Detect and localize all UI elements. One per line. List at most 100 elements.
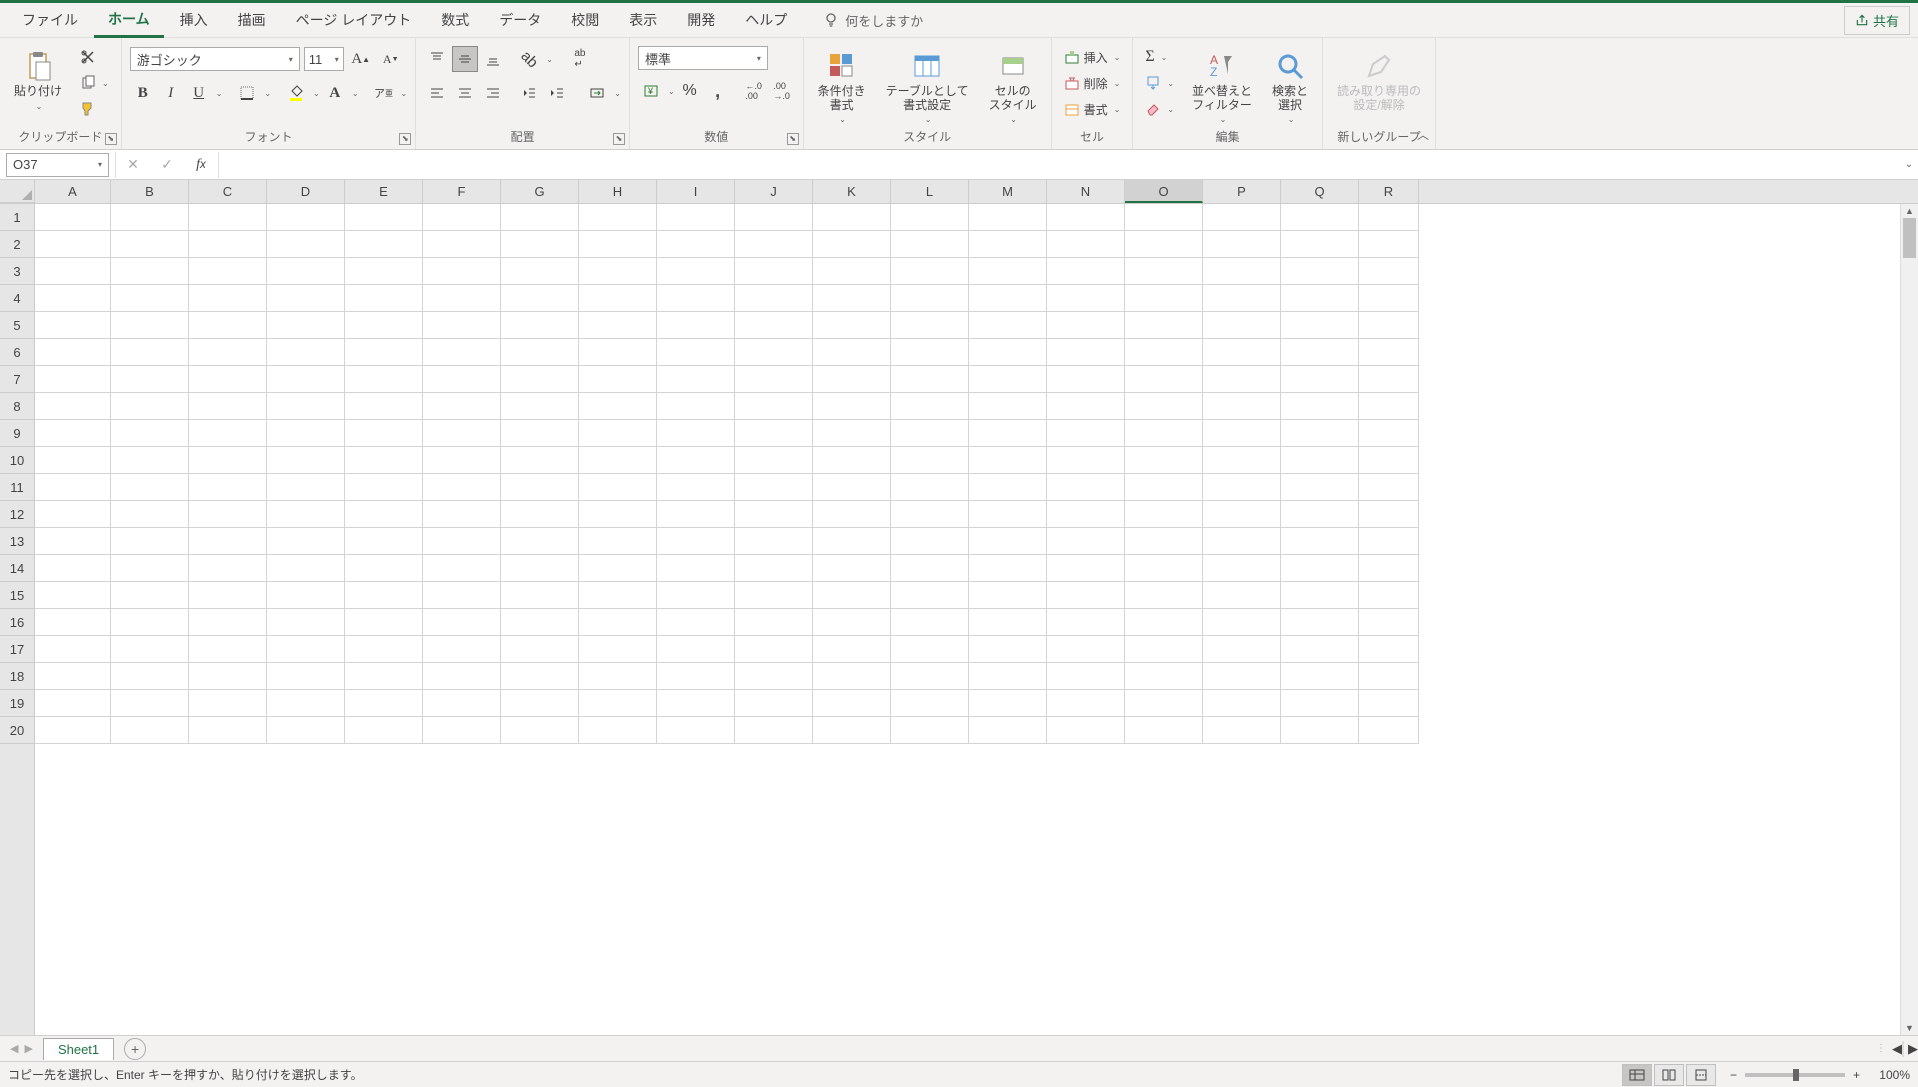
cell-E13[interactable] — [345, 528, 423, 555]
cell-E8[interactable] — [345, 393, 423, 420]
cell-I10[interactable] — [657, 447, 735, 474]
paste-button[interactable]: 貼り付け⌄ — [8, 46, 68, 117]
cell-J20[interactable] — [735, 717, 813, 744]
cell-F1[interactable] — [423, 204, 501, 231]
cell-L10[interactable] — [891, 447, 969, 474]
cell-A18[interactable] — [35, 663, 111, 690]
cell-F5[interactable] — [423, 312, 501, 339]
cell-P16[interactable] — [1203, 609, 1281, 636]
cell-M2[interactable] — [969, 231, 1047, 258]
cell-I1[interactable] — [657, 204, 735, 231]
align-left-button[interactable] — [424, 80, 450, 106]
row-header-10[interactable]: 10 — [0, 447, 34, 474]
cell-Q11[interactable] — [1281, 474, 1359, 501]
cell-K16[interactable] — [813, 609, 891, 636]
cell-R19[interactable] — [1359, 690, 1419, 717]
cell-D18[interactable] — [267, 663, 345, 690]
cell-H2[interactable] — [579, 231, 657, 258]
cell-K6[interactable] — [813, 339, 891, 366]
cell-O2[interactable] — [1125, 231, 1203, 258]
row-header-6[interactable]: 6 — [0, 339, 34, 366]
cell-G5[interactable] — [501, 312, 579, 339]
tab-draw[interactable]: 描画 — [224, 4, 280, 36]
cell-E17[interactable] — [345, 636, 423, 663]
cell-M4[interactable] — [969, 285, 1047, 312]
cell-Q4[interactable] — [1281, 285, 1359, 312]
merge-button[interactable] — [584, 80, 610, 106]
cell-H19[interactable] — [579, 690, 657, 717]
cell-C10[interactable] — [189, 447, 267, 474]
cell-P3[interactable] — [1203, 258, 1281, 285]
cell-B8[interactable] — [111, 393, 189, 420]
row-header-4[interactable]: 4 — [0, 285, 34, 312]
cell-I3[interactable] — [657, 258, 735, 285]
cell-P13[interactable] — [1203, 528, 1281, 555]
cell-Q7[interactable] — [1281, 366, 1359, 393]
cell-F2[interactable] — [423, 231, 501, 258]
sheet-nav-prev[interactable]: ◀ — [10, 1042, 18, 1055]
cell-B10[interactable] — [111, 447, 189, 474]
cell-O10[interactable] — [1125, 447, 1203, 474]
decrease-font-button[interactable]: A▼ — [378, 46, 404, 72]
cell-F19[interactable] — [423, 690, 501, 717]
cell-E11[interactable] — [345, 474, 423, 501]
cell-B17[interactable] — [111, 636, 189, 663]
cell-H18[interactable] — [579, 663, 657, 690]
cell-H4[interactable] — [579, 285, 657, 312]
cell-K3[interactable] — [813, 258, 891, 285]
cell-L3[interactable] — [891, 258, 969, 285]
cell-J3[interactable] — [735, 258, 813, 285]
cell-A2[interactable] — [35, 231, 111, 258]
cell-R4[interactable] — [1359, 285, 1419, 312]
cell-A12[interactable] — [35, 501, 111, 528]
cell-G8[interactable] — [501, 393, 579, 420]
cell-K1[interactable] — [813, 204, 891, 231]
cell-M12[interactable] — [969, 501, 1047, 528]
cell-D12[interactable] — [267, 501, 345, 528]
cell-L1[interactable] — [891, 204, 969, 231]
cell-Q3[interactable] — [1281, 258, 1359, 285]
cell-L16[interactable] — [891, 609, 969, 636]
cell-B9[interactable] — [111, 420, 189, 447]
page-break-view-button[interactable] — [1686, 1064, 1716, 1086]
cell-P11[interactable] — [1203, 474, 1281, 501]
cell-A3[interactable] — [35, 258, 111, 285]
cell-L12[interactable] — [891, 501, 969, 528]
cell-K5[interactable] — [813, 312, 891, 339]
cell-F20[interactable] — [423, 717, 501, 744]
cell-Q16[interactable] — [1281, 609, 1359, 636]
cell-D4[interactable] — [267, 285, 345, 312]
bold-button[interactable]: B — [130, 80, 156, 106]
vertical-scroll-thumb[interactable] — [1903, 218, 1916, 258]
cell-H20[interactable] — [579, 717, 657, 744]
cell-F12[interactable] — [423, 501, 501, 528]
cell-O9[interactable] — [1125, 420, 1203, 447]
cell-J5[interactable] — [735, 312, 813, 339]
font-size-select[interactable]: 11▾ — [304, 47, 344, 71]
cell-O4[interactable] — [1125, 285, 1203, 312]
row-header-19[interactable]: 19 — [0, 690, 34, 717]
tab-page-layout[interactable]: ページ レイアウト — [282, 4, 426, 36]
cell-A6[interactable] — [35, 339, 111, 366]
cell-A14[interactable] — [35, 555, 111, 582]
cell-A4[interactable] — [35, 285, 111, 312]
scroll-left-arrow[interactable]: ◀ — [1892, 1041, 1902, 1057]
cell-M10[interactable] — [969, 447, 1047, 474]
cell-O7[interactable] — [1125, 366, 1203, 393]
wrap-text-button[interactable]: ab↵ — [567, 46, 593, 72]
cell-O1[interactable] — [1125, 204, 1203, 231]
page-layout-view-button[interactable] — [1654, 1064, 1684, 1086]
tab-home[interactable]: ホーム — [94, 3, 164, 38]
cell-I9[interactable] — [657, 420, 735, 447]
zoom-in-button[interactable]: + — [1853, 1068, 1860, 1082]
cell-L7[interactable] — [891, 366, 969, 393]
cell-O14[interactable] — [1125, 555, 1203, 582]
cell-N14[interactable] — [1047, 555, 1125, 582]
sheet-nav-next[interactable]: ▶ — [24, 1042, 32, 1055]
cell-I12[interactable] — [657, 501, 735, 528]
column-header-G[interactable]: G — [501, 180, 579, 203]
column-header-N[interactable]: N — [1047, 180, 1125, 203]
font-dialog-launcher[interactable]: ⬊ — [399, 133, 411, 145]
cell-J15[interactable] — [735, 582, 813, 609]
cell-J10[interactable] — [735, 447, 813, 474]
